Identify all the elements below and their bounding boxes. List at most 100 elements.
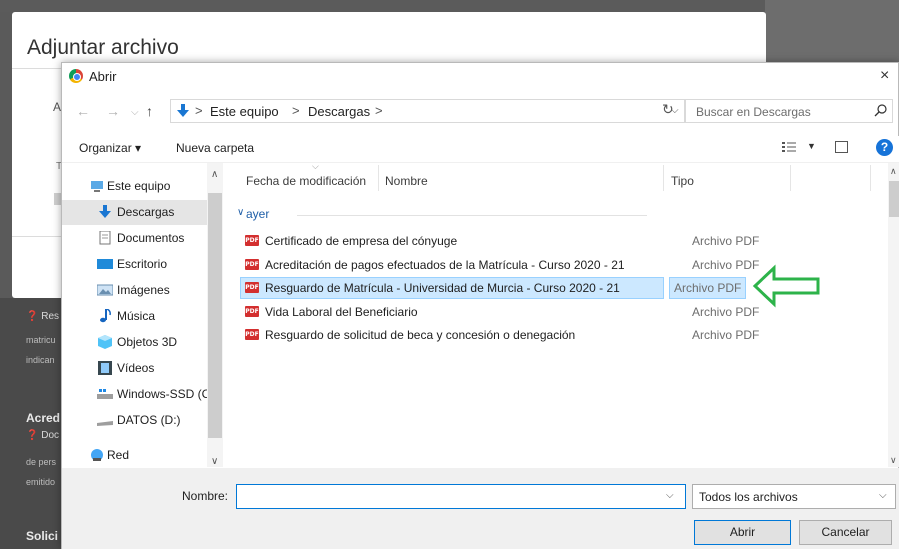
forward-arrow-icon[interactable]: →: [106, 103, 120, 119]
nav-item-datos[interactable]: DATOS (D:): [62, 408, 207, 433]
refresh-icon[interactable]: ↻: [662, 101, 674, 118]
preview-pane-icon[interactable]: [835, 141, 848, 153]
chrome-logo-icon: [69, 69, 83, 83]
background-fragment: emitido: [26, 477, 56, 487]
chevron-down-icon[interactable]: ⌵: [131, 107, 139, 118]
nav-label: Este equipo: [107, 179, 171, 193]
file-row[interactable]: PDF Vida Laboral del Beneficiario Archiv…: [240, 301, 759, 323]
background-fragment: Acred: [26, 411, 61, 425]
file-type-selected-cell[interactable]: Archivo PDF: [669, 277, 746, 299]
scroll-down-arrow-icon[interactable]: ∨: [890, 455, 897, 466]
up-arrow-icon[interactable]: ↑: [146, 103, 153, 119]
file-name: Acreditación de pagos efectuados de la M…: [265, 258, 625, 272]
search-placeholder: Buscar en Descargas: [696, 105, 811, 119]
background-modal-title: Adjuntar archivo: [27, 36, 179, 59]
breadcrumb-separator: >: [195, 103, 203, 118]
chevron-down-icon[interactable]: ▼: [807, 141, 816, 151]
nav-label: Escritorio: [117, 257, 168, 271]
images-icon: [97, 284, 113, 296]
background-fragment: ❓ Doc: [26, 430, 60, 441]
nav-label: Red: [107, 448, 130, 462]
file-name: Certificado de empresa del cónyuge: [265, 234, 458, 248]
help-icon[interactable]: ?: [876, 139, 893, 156]
nav-item-imagenes[interactable]: Imágenes: [62, 278, 207, 303]
column-header-date[interactable]: Fecha de modificación: [246, 174, 366, 188]
scroll-up-arrow-icon[interactable]: ∧: [211, 169, 218, 180]
open-button[interactable]: Abrir: [694, 520, 791, 545]
file-row-selected[interactable]: PDF Resguardo de Matrícula - Universidad…: [240, 277, 664, 299]
column-header-name[interactable]: Nombre: [385, 174, 428, 188]
column-divider[interactable]: [870, 165, 871, 191]
chevron-down-icon[interactable]: ⌵: [666, 490, 674, 501]
file-row[interactable]: PDF Acreditación de pagos efectuados de …: [240, 254, 759, 276]
dialog-title: Abrir: [89, 69, 117, 84]
dialog-footer: Nombre: ⌵ Todos los archivos ⌵ Abrir Can…: [62, 468, 899, 549]
nav-item-documentos[interactable]: Documentos: [62, 226, 207, 251]
file-type-filter-value: Todos los archivos: [699, 490, 798, 504]
nav-label: Documentos: [117, 231, 185, 245]
file-list-scrollbar-thumb[interactable]: [889, 181, 899, 217]
nav-item-objetos-3d[interactable]: Objetos 3D: [62, 330, 207, 355]
address-bar[interactable]: > Este equipo > Descargas > ⌵: [170, 99, 685, 123]
breadcrumb-este-equipo[interactable]: Este equipo: [210, 104, 279, 119]
pdf-file-icon: PDF: [245, 259, 259, 270]
scroll-up-arrow-icon[interactable]: ∧: [890, 166, 897, 177]
file-row[interactable]: PDF Resguardo de solicitud de beca y con…: [240, 324, 759, 346]
file-name: Resguardo de Matrícula - Universidad de …: [265, 281, 620, 295]
filename-input[interactable]: [236, 484, 686, 509]
file-type: Archivo PDF: [692, 305, 760, 319]
nav-item-red[interactable]: Red: [62, 443, 207, 467]
breadcrumb-descargas[interactable]: Descargas: [308, 104, 370, 119]
download-icon: [99, 205, 111, 218]
file-type: Archivo PDF: [692, 234, 760, 248]
3d-objects-icon: [98, 335, 112, 349]
documents-icon: [99, 231, 111, 245]
pdf-file-icon: PDF: [245, 235, 259, 246]
back-arrow-icon[interactable]: ←: [76, 103, 90, 119]
column-divider[interactable]: [663, 165, 664, 191]
file-type: Archivo PDF: [692, 328, 760, 342]
close-button[interactable]: ×: [880, 67, 889, 85]
network-icon: [91, 449, 103, 461]
pdf-file-icon: PDF: [245, 329, 259, 340]
toolbar: Organizar ▾ Nueva carpeta ▼ ?: [62, 136, 899, 162]
column-divider[interactable]: [378, 165, 379, 191]
nav-label: Imágenes: [117, 283, 170, 297]
file-type: Archivo PDF: [692, 258, 760, 272]
nav-label: Vídeos: [117, 361, 155, 375]
drive-icon: [97, 389, 113, 399]
cancel-button[interactable]: Cancelar: [799, 520, 892, 545]
column-header-type[interactable]: Tipo: [671, 174, 694, 188]
navigation-scrollbar-thumb[interactable]: [208, 193, 222, 438]
breadcrumb-separator[interactable]: >: [375, 103, 383, 118]
nav-item-musica[interactable]: Música: [62, 304, 207, 329]
background-fragment: matricu: [26, 335, 56, 345]
file-type-filter-select[interactable]: Todos los archivos ⌵: [692, 484, 896, 509]
column-divider[interactable]: [790, 165, 791, 191]
new-folder-button[interactable]: Nueva carpeta: [176, 141, 254, 155]
background-fragment: de pers: [26, 457, 57, 467]
search-input[interactable]: Buscar en Descargas: [685, 99, 893, 123]
nav-item-escritorio[interactable]: Escritorio: [62, 252, 207, 277]
nav-item-este-equipo[interactable]: Este equipo: [62, 174, 207, 199]
group-header[interactable]: ayer: [246, 207, 269, 221]
filename-label: Nombre:: [182, 489, 229, 503]
scroll-down-arrow-icon[interactable]: ∨: [211, 456, 218, 467]
nav-item-videos[interactable]: Vídeos: [62, 356, 207, 381]
background-fragment: A: [53, 100, 62, 114]
search-icon: [874, 104, 887, 117]
view-options-icon[interactable]: [782, 141, 796, 153]
breadcrumb-separator[interactable]: >: [292, 103, 300, 118]
nav-item-windows-ssd[interactable]: Windows-SSD (C: [62, 382, 210, 407]
navigation-pane: Este equipo Descargas Documentos Escrito…: [62, 163, 222, 467]
file-list: ⌵ Fecha de modificación Nombre Tipo ∨ ay…: [222, 161, 899, 467]
file-row[interactable]: PDF Certificado de empresa del cónyuge A…: [240, 230, 759, 252]
nav-item-descargas[interactable]: Descargas: [62, 200, 207, 225]
chevron-down-icon: ⌵: [879, 490, 887, 501]
chevron-down-icon[interactable]: ∨: [237, 207, 244, 218]
organize-button[interactable]: Organizar ▾: [79, 141, 141, 155]
music-icon: [100, 309, 111, 323]
desktop-icon: [97, 259, 113, 269]
pdf-file-icon: PDF: [245, 282, 259, 293]
sort-indicator-icon: ⌵: [312, 161, 319, 171]
